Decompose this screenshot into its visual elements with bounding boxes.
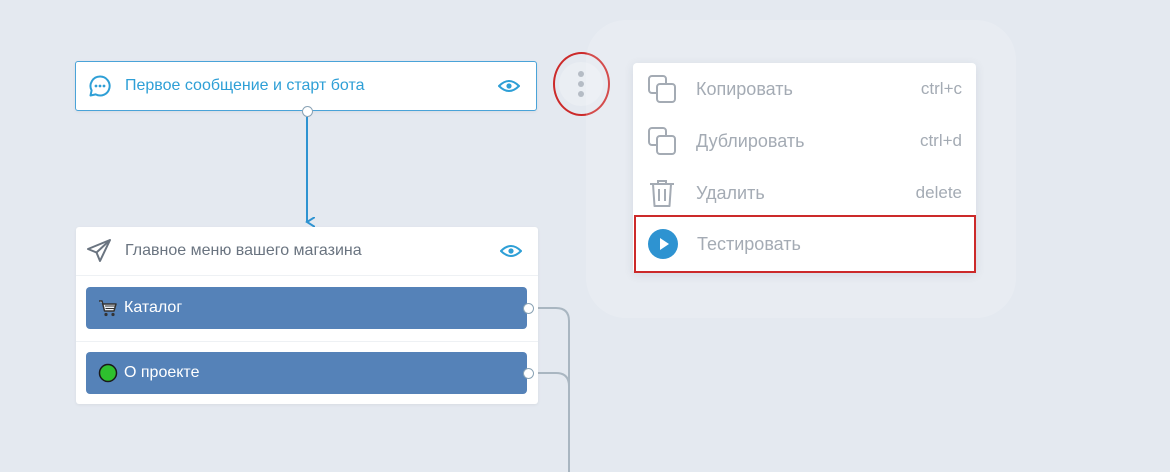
- chat-bubble-icon: [88, 74, 112, 98]
- duplicate-icon: [646, 125, 678, 157]
- trash-icon: [646, 177, 678, 209]
- menu-item-label: Удалить: [696, 182, 765, 203]
- main-menu-node-header[interactable]: Главное меню вашего магазина: [76, 227, 538, 276]
- start-message-node[interactable]: Первое сообщение и старт бота: [75, 61, 537, 111]
- main-menu-node-title: Главное меню вашего магазина: [125, 242, 362, 259]
- menu-item-label: Тестировать: [697, 233, 801, 254]
- menu-item-shortcut: delete: [915, 183, 962, 202]
- about-project-button[interactable]: О проекте: [86, 352, 527, 394]
- about-output-port[interactable]: [523, 368, 534, 379]
- paper-plane-icon: [86, 238, 112, 264]
- menu-item-label: Дублировать: [696, 130, 805, 151]
- catalog-wire: [534, 307, 570, 472]
- start-node-title: Первое сообщение и старт бота: [125, 77, 365, 94]
- main-menu-node[interactable]: Главное меню вашего магазина Каталог О п…: [76, 227, 538, 404]
- menu-item-label: Копировать: [696, 78, 793, 99]
- menu-item-delete[interactable]: Удалить delete: [633, 167, 976, 219]
- menu-item-duplicate[interactable]: Дублировать ctrl+d: [633, 115, 976, 167]
- eye-icon[interactable]: [498, 79, 520, 93]
- eye-icon[interactable]: [500, 244, 522, 258]
- menu-item-shortcut: ctrl+d: [919, 131, 962, 150]
- menu-item-shortcut: ctrl+c: [920, 79, 962, 98]
- catalog-button[interactable]: Каталог: [86, 287, 527, 329]
- catalog-button-label: Каталог: [124, 299, 183, 316]
- start-node-output-port[interactable]: [302, 106, 313, 117]
- menu-item-copy[interactable]: Копировать ctrl+c: [633, 63, 976, 115]
- menu-item-test[interactable]: Тестировать: [634, 215, 976, 273]
- about-project-button-label: О проекте: [124, 364, 200, 381]
- green-circle-icon: [98, 363, 118, 383]
- shopping-cart-icon: [98, 298, 118, 318]
- catalog-output-port[interactable]: [523, 303, 534, 314]
- about-wire: [534, 372, 570, 387]
- copy-icon: [646, 73, 678, 105]
- context-menu: Копировать ctrl+c Дублировать ctrl+d Уда…: [633, 63, 976, 273]
- play-icon: [647, 228, 679, 260]
- divider: [76, 341, 538, 342]
